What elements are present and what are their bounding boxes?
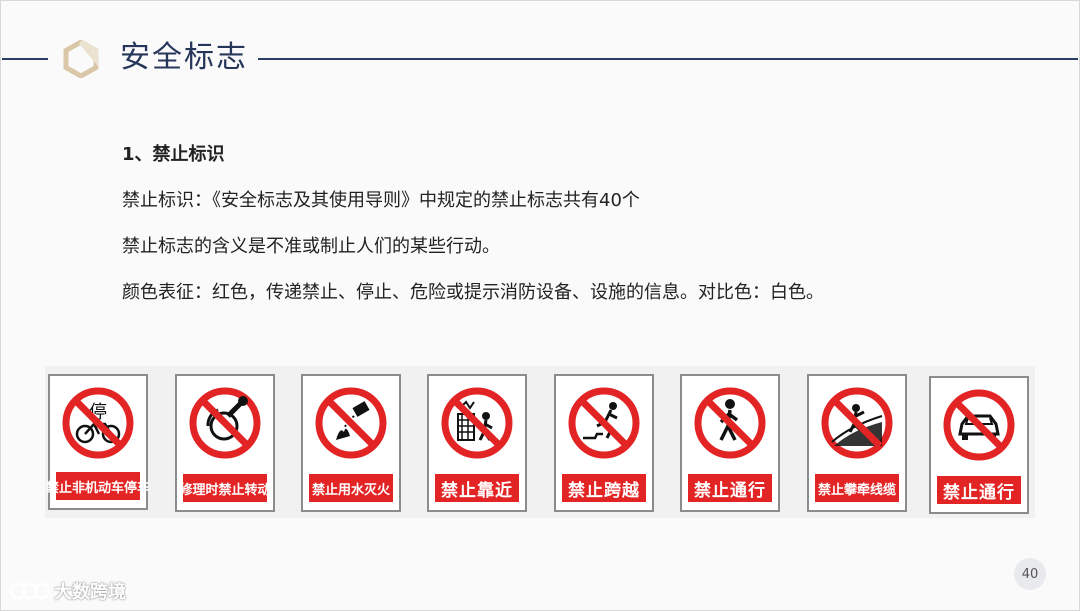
sign-card: 停 禁止非机动车停车 [46, 374, 150, 510]
signs-strip: 停 禁止非机动车停车 修理时禁止转动 禁止用水灭火 禁止靠近 禁止跨越 禁止通行… [45, 366, 1035, 518]
sign-label: 禁止通行 [688, 474, 772, 502]
section-heading: 1、禁止标识 [122, 144, 225, 165]
sign-label: 禁止通行 [937, 476, 1021, 504]
watermark-text: 大数跨境 [54, 582, 126, 603]
sign-card: 禁止用水灭火 [301, 374, 401, 512]
sign-card: 禁止攀牵线缆 [807, 374, 907, 512]
sign-card: 禁止通行 [929, 376, 1029, 514]
sign-label: 禁止跨越 [562, 474, 646, 502]
no-turning-during-repair-icon [189, 387, 261, 459]
title-rule-right [258, 58, 1078, 60]
sign-card: 禁止跨越 [554, 374, 654, 512]
sign-card: 禁止靠近 [427, 374, 527, 512]
paragraph-1: 禁止标识：《安全标志及其使用导则》中规定的禁止标志共有40个 [122, 190, 640, 211]
title-rule-left [2, 58, 48, 60]
no-water-extinguishing-icon [315, 387, 387, 459]
no-climbing-cables-icon [821, 387, 893, 459]
no-bicycle-parking-icon: 停 [62, 387, 134, 459]
sign-label: 禁止非机动车停车 [46, 472, 150, 500]
sign-label: 禁止攀牵线缆 [815, 474, 899, 502]
no-passage-icon [694, 387, 766, 459]
paragraph-3: 颜色表征：红色，传递禁止、停止、危险或提示消防设备、设施的信息。对比色：白色。 [122, 282, 824, 303]
sign-label: 修理时禁止转动 [180, 474, 271, 502]
sign-label: 禁止靠近 [435, 474, 519, 502]
no-crossing-icon [568, 387, 640, 459]
sign-label: 禁止用水灭火 [309, 474, 393, 502]
no-vehicle-passage-icon [943, 389, 1015, 461]
content-block: 1、禁止标识 禁止标识：《安全标志及其使用导则》中规定的禁止标志共有40个 禁止… [122, 142, 824, 326]
watermark-logo-icon [10, 582, 50, 600]
hexagon-logo-icon [63, 40, 99, 78]
no-approaching-icon [441, 387, 513, 459]
watermark: 大数跨境 [10, 578, 126, 604]
paragraph-2: 禁止标志的含义是不准或制止人们的某些行动。 [122, 236, 500, 257]
sign-card: 禁止通行 [680, 374, 780, 512]
slide-title: 安全标志 [120, 40, 248, 75]
page-number: 40 [1014, 558, 1046, 590]
sign-card: 修理时禁止转动 [175, 374, 275, 512]
